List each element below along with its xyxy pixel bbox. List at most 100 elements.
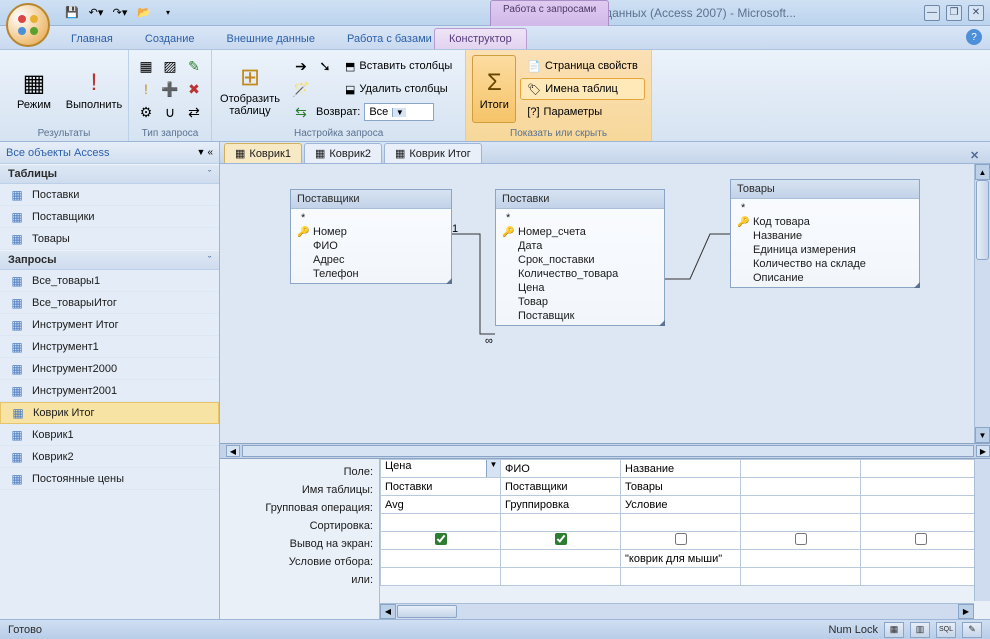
grid-table[interactable]: Цена▼ФИОНазваниеПоставкиПоставщикиТовары… [380,459,981,586]
office-button[interactable] [6,3,50,47]
chevron-down-icon[interactable]: ▼ [486,460,500,477]
chevron-down-icon[interactable]: ▼ [197,147,206,158]
design-view-icon[interactable]: ✎ [962,622,982,638]
scroll-right-icon[interactable]: ▶ [976,445,990,457]
append-query-icon[interactable]: ➕ [159,78,181,100]
table-field[interactable]: 🔑Номер_счета [496,225,664,239]
grid-cell[interactable] [741,568,861,586]
datasheet-view-icon[interactable]: ▦ [884,622,904,638]
grid-cell[interactable]: Группировка [501,496,621,514]
grid-cell[interactable] [381,532,501,550]
resize-handle[interactable] [656,317,666,327]
nav-item-query[interactable]: ▦Постоянные цены [0,468,219,490]
tab-create[interactable]: Создание [130,28,210,49]
collapse-icon[interactable]: « [207,147,213,158]
property-sheet-button[interactable]: 📄Страница свойств [520,55,644,77]
show-checkbox[interactable] [435,533,447,545]
table-field[interactable]: Количество_товара [496,267,664,281]
table-field[interactable]: Телефон [291,267,451,281]
table-field[interactable]: * [731,201,919,215]
view-mode-button[interactable]: ▦ Режим [6,55,62,123]
doc-tab[interactable]: ▦Коврик2 [304,143,382,163]
nav-item-table[interactable]: ▦Поставки [0,184,219,206]
builder-icon[interactable]: 🪄 [290,78,312,100]
grid-cell-field[interactable] [861,460,981,478]
grid-columns[interactable]: Цена▼ФИОНазваниеПоставкиПоставщикиТовары… [380,459,990,619]
grid-vscroll[interactable] [974,459,990,601]
design-area[interactable]: 1 ∞ Поставщики *🔑НомерФИОАдресТелефон По… [220,164,990,443]
nav-item-query[interactable]: ▦Коврик Итог [0,402,219,424]
nav-item-query[interactable]: ▦Инструмент Итог [0,314,219,336]
run-button[interactable]: ! Выполнить [66,55,122,123]
nav-item-query[interactable]: ▦Все_товарыИтог [0,292,219,314]
sql-view-icon[interactable]: SQL [936,622,956,638]
scroll-thumb[interactable] [976,180,989,260]
table-field[interactable]: Описание [731,271,919,285]
insert-columns-button[interactable]: ⬒Вставить столбцы [338,55,459,77]
scroll-left-icon[interactable]: ◀ [226,445,240,457]
return-icon[interactable]: ⇆ [290,101,312,123]
pivot-view-icon[interactable]: ▥ [910,622,930,638]
resize-handle[interactable] [911,279,921,289]
grid-cell-field[interactable]: Название [621,460,741,478]
grid-cell[interactable] [741,532,861,550]
grid-cell[interactable] [741,496,861,514]
grid-cell[interactable] [741,550,861,568]
grid-cell[interactable] [741,478,861,496]
table-field[interactable]: 🔑Номер [291,225,451,239]
delete-columns-button[interactable]: ⬓Удалить столбцы [338,78,455,100]
table-field[interactable]: Название [731,229,919,243]
save-icon[interactable]: 💾 [62,3,82,23]
nav-item-table[interactable]: ▦Товары [0,228,219,250]
scroll-left-icon[interactable]: ◀ [380,604,396,619]
grid-cell[interactable]: Товары [621,478,741,496]
grid-cell[interactable]: Поставки [381,478,501,496]
grid-cell[interactable] [741,514,861,532]
parameters-button[interactable]: [?]Параметры [520,101,644,123]
table-field[interactable]: Адрес [291,253,451,267]
table-field[interactable]: Количество на складе [731,257,919,271]
close-button[interactable]: ✕ [968,5,984,21]
show-checkbox[interactable] [675,533,687,545]
grid-cell[interactable]: Поставщики [501,478,621,496]
grid-cell[interactable] [381,514,501,532]
table-field[interactable]: Цена [496,281,664,295]
make-table-icon[interactable]: ✎ [183,55,205,77]
totals-button[interactable]: Σ Итоги [472,55,516,123]
grid-cell[interactable] [501,550,621,568]
grid-cell[interactable]: Условие [621,496,741,514]
grid-cell[interactable] [861,550,981,568]
qat-menu-icon[interactable]: ▾ [158,3,178,23]
table-field[interactable]: * [496,211,664,225]
design-divider[interactable]: ◀ ▶ [220,443,990,459]
scroll-down-icon[interactable]: ▼ [975,427,990,443]
table-deliveries[interactable]: Поставки *🔑Номер_счетаДатаСрок_поставкиК… [495,189,665,326]
delete-rows-icon[interactable]: ➘ [314,55,336,77]
show-checkbox[interactable] [795,533,807,545]
redo-icon[interactable]: ↷▾ [110,3,130,23]
grid-cell[interactable] [861,496,981,514]
crosstab-query-icon[interactable]: ▨ [159,55,181,77]
grid-cell[interactable] [621,568,741,586]
nav-item-query[interactable]: ▦Все_товары1 [0,270,219,292]
grid-cell[interactable] [861,532,981,550]
table-names-button[interactable]: 🏷Имена таблиц [520,78,644,100]
minimize-button[interactable]: — [924,5,940,21]
tab-external[interactable]: Внешние данные [212,28,330,49]
update-query-icon[interactable]: ! [135,78,157,100]
nav-group-tables[interactable]: Таблицыˇ [0,164,219,184]
grid-cell[interactable] [501,514,621,532]
nav-group-queries[interactable]: Запросыˇ [0,250,219,270]
open-icon[interactable]: 📂 [134,3,154,23]
scroll-up-icon[interactable]: ▲ [975,164,990,180]
show-checkbox[interactable] [915,533,927,545]
table-field[interactable]: Поставщик [496,309,664,323]
nav-item-query[interactable]: ▦Инструмент2001 [0,380,219,402]
grid-cell[interactable] [381,568,501,586]
table-field[interactable]: 🔑Код товара [731,215,919,229]
undo-icon[interactable]: ↶▾ [86,3,106,23]
grid-cell[interactable] [861,478,981,496]
select-query-icon[interactable]: ▦ [135,55,157,77]
table-field[interactable]: ФИО [291,239,451,253]
tab-home[interactable]: Главная [56,28,128,49]
